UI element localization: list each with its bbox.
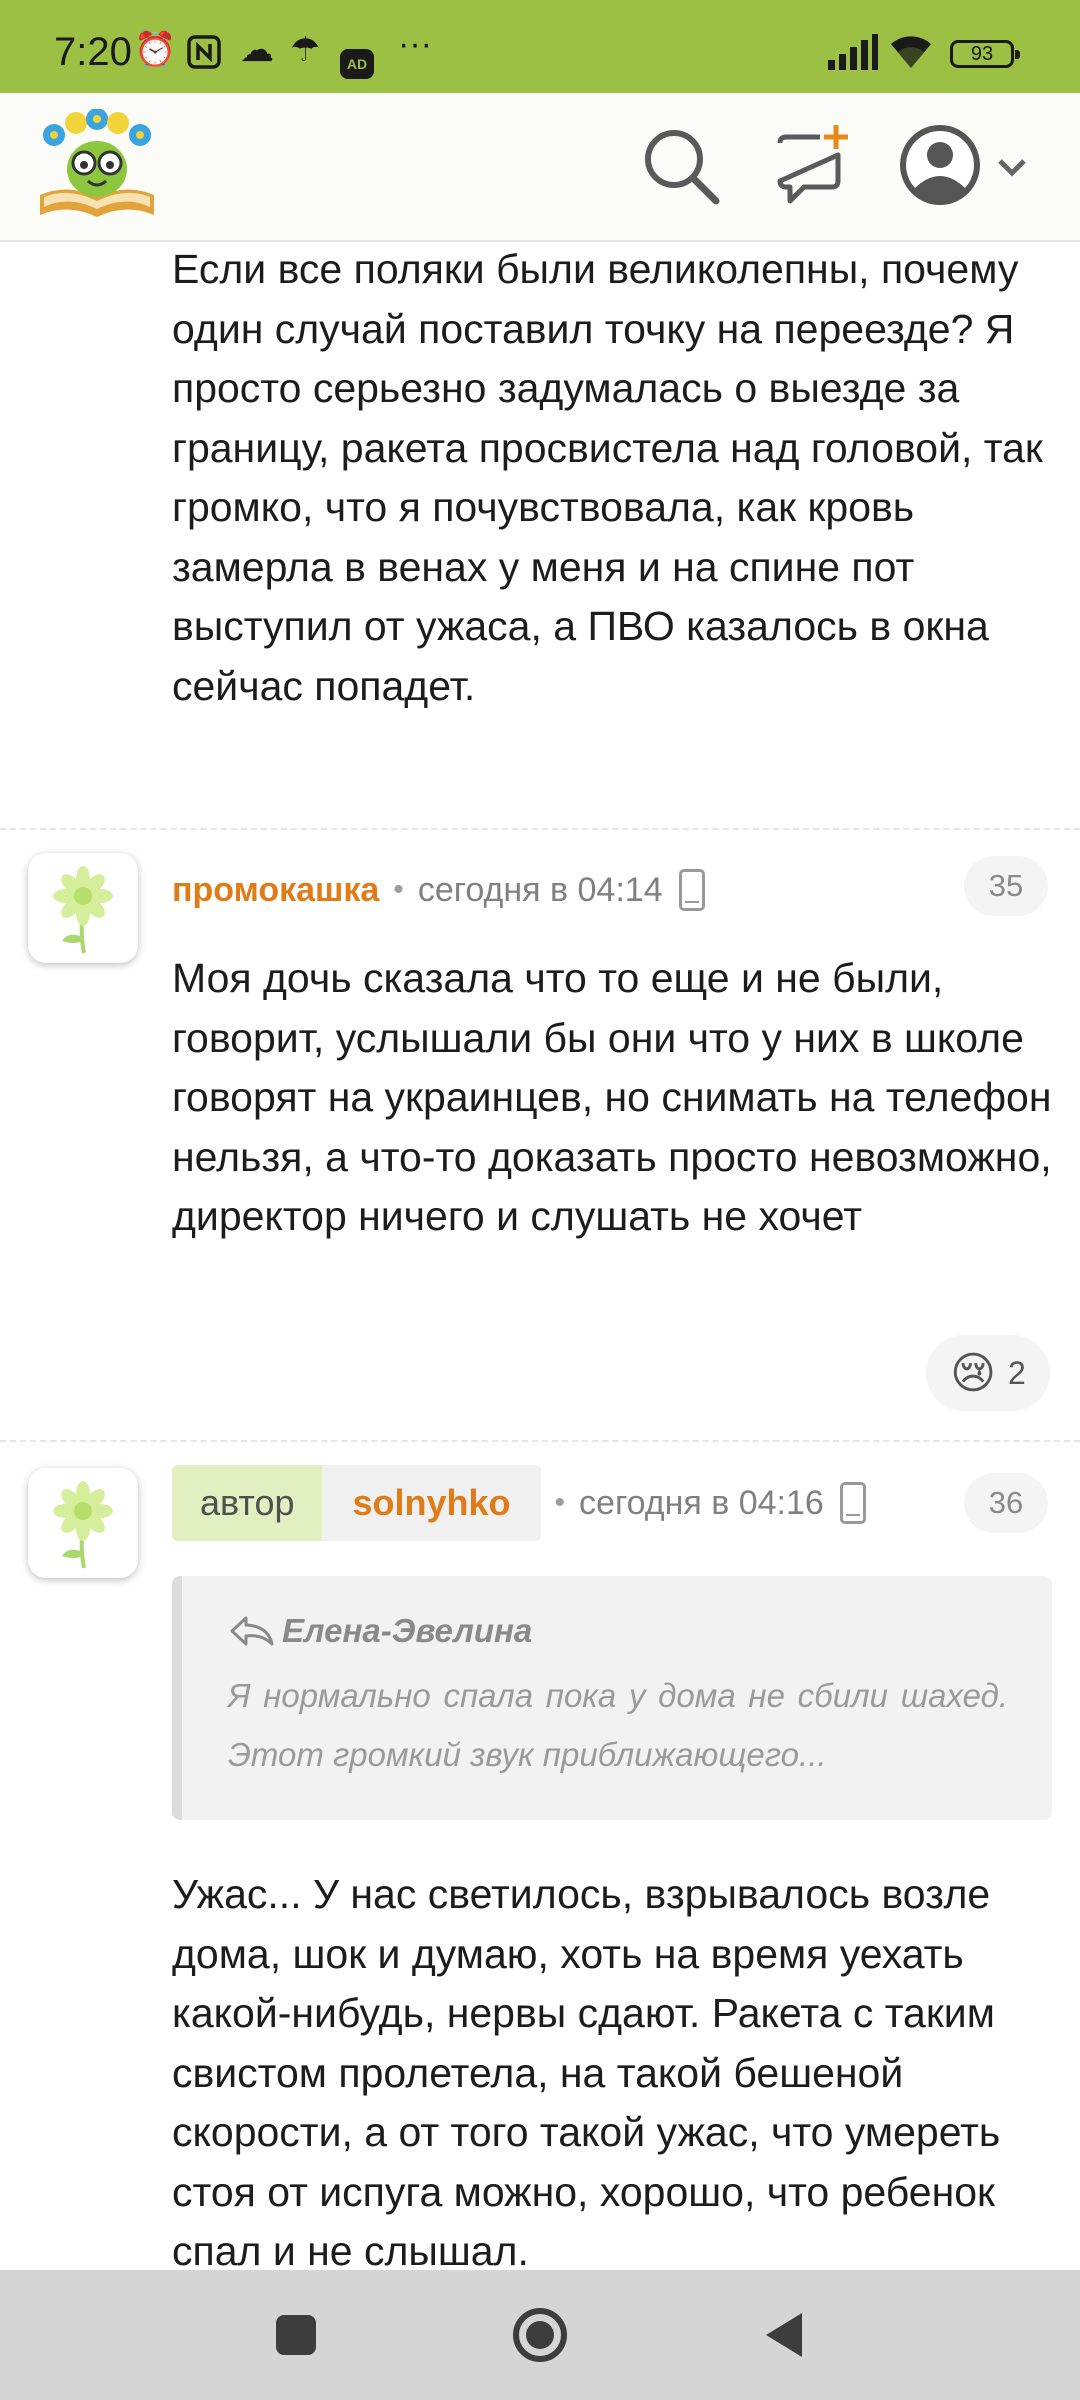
comments-list: Если все поляки были великолепны, почему… (0, 240, 1080, 2270)
author-name[interactable]: промокашка (172, 871, 379, 910)
author-name: solnyhko (322, 1465, 541, 1541)
umbrella-icon: ☂ (290, 31, 321, 69)
signal-icon (826, 34, 878, 79)
mobile-icon (678, 869, 705, 911)
adblocker-icon: AD (340, 38, 374, 79)
avatar[interactable] (28, 1468, 138, 1578)
back-button[interactable] (756, 2305, 816, 2365)
search-icon[interactable] (636, 121, 726, 211)
comment-number[interactable]: 36 (964, 1473, 1048, 1533)
avatar[interactable] (28, 853, 138, 963)
comment-divider (0, 1440, 1080, 1442)
more-dots-icon: ··· (398, 25, 432, 63)
wifi-icon (888, 32, 934, 79)
comment-time: сегодня в 04:16 (579, 1483, 824, 1522)
meta-separator: • (554, 1486, 566, 1519)
mobile-icon (839, 1482, 866, 1524)
meta-separator: • (393, 873, 404, 906)
home-button[interactable] (510, 2305, 570, 2365)
app-header (0, 93, 1080, 242)
alarm-icon: ⏰ (134, 31, 177, 69)
cloud-icon: ☁ (240, 31, 274, 69)
site-logo[interactable] (34, 108, 160, 221)
quote-block[interactable]: Елена-Эвелина Я нормально спала пока у д… (172, 1576, 1052, 1820)
comment-text: Если все поляки были великолепны, почему… (172, 246, 1043, 709)
battery-icon: 93 (950, 40, 1020, 68)
crying-face-icon: 😢 (950, 1348, 997, 1398)
nfc-icon (186, 30, 222, 79)
profile-menu[interactable] (896, 121, 1036, 211)
status-bar: 7:20 ⏰ ☁ ☂ AD ··· 93 (0, 0, 1080, 93)
comment-meta: промокашка • сегодня в 04:14 (172, 860, 705, 920)
comment-time: сегодня в 04:14 (417, 870, 663, 909)
system-nav-bar (0, 2270, 1080, 2400)
comment-meta: автор solnyhko • сегодня в 04:16 (172, 1465, 866, 1541)
clock: 7:20 (54, 30, 132, 74)
reply-arrow-icon (230, 1616, 274, 1646)
author-badge[interactable]: автор solnyhko (172, 1465, 541, 1541)
recents-button[interactable] (266, 2305, 326, 2365)
comment-number[interactable]: 35 (964, 856, 1048, 916)
quote-text: Я нормально спала пока у дома не сбили ш… (228, 1677, 1008, 1773)
comment-text: Ужас... У нас светилось, взрывалось возл… (172, 1871, 1001, 2270)
comment-divider (0, 828, 1080, 830)
reaction-button[interactable]: 😢 2 (926, 1335, 1050, 1411)
new-message-icon[interactable] (768, 121, 858, 211)
comment-text: Моя дочь сказала что то еще и не были, г… (172, 955, 1052, 1239)
author-label: автор (172, 1465, 323, 1541)
reaction-count: 2 (1008, 1354, 1026, 1391)
quote-author: Елена-Эвелина (228, 1612, 532, 1650)
